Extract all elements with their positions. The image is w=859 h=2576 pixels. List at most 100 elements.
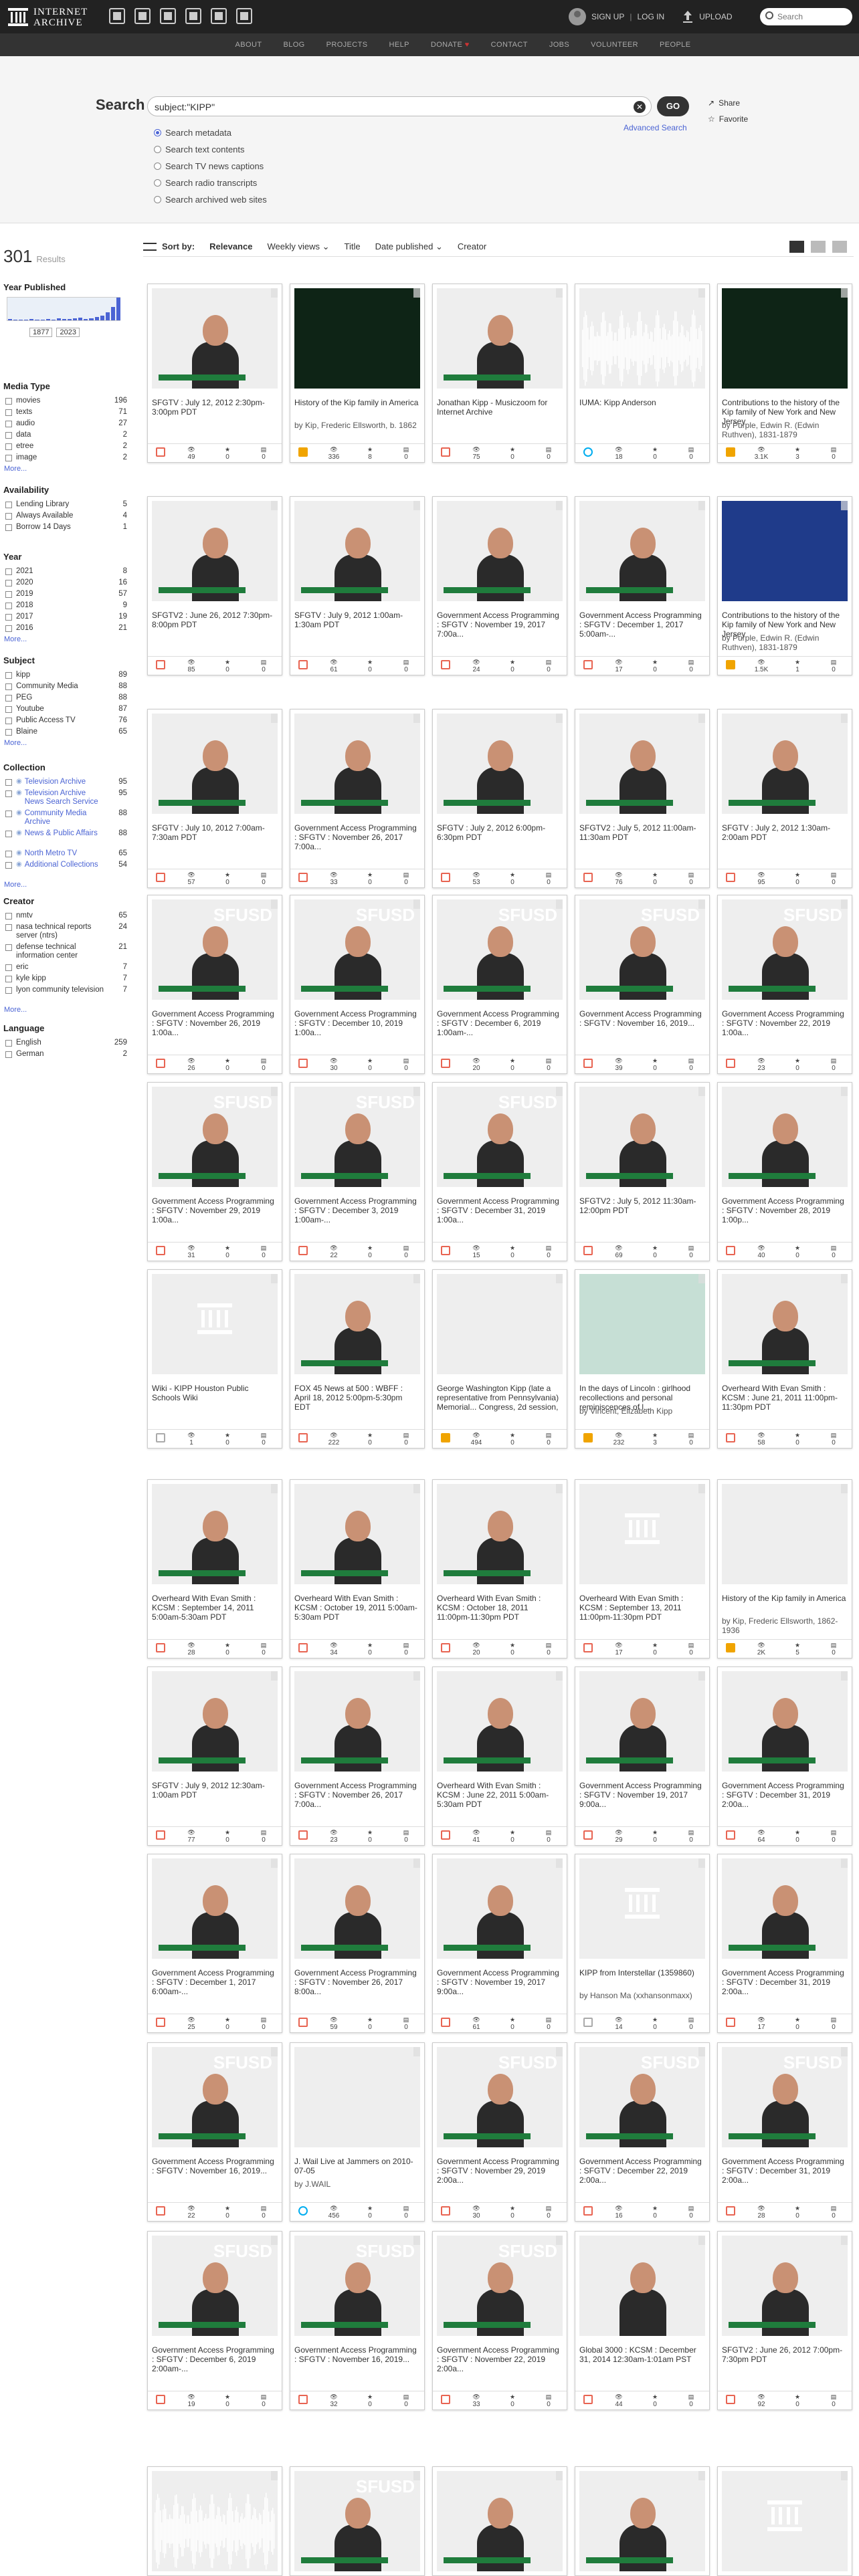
facet-label[interactable]: data [16, 431, 107, 439]
main-search-input[interactable] [155, 100, 616, 114]
tile-title[interactable]: SFGTV2 : July 5, 2012 11:00am-11:30am PD… [579, 823, 705, 842]
result-tile[interactable]: George Washington Kipp (late a represent… [432, 1269, 567, 1448]
tile-thumbnail[interactable] [437, 1671, 563, 1772]
result-tile[interactable]: SFUSD Government Access Programming : SFG… [717, 2042, 852, 2222]
tile-thumbnail[interactable] [294, 1858, 420, 1959]
facet-row[interactable]: Lending Library 5 [0, 500, 127, 512]
facet-checkbox[interactable] [5, 1051, 12, 1058]
audio-icon[interactable] [185, 8, 201, 24]
result-tile[interactable]: SFUSD Government Access Programming : SFG… [147, 895, 282, 1074]
tile-thumbnail[interactable] [722, 1671, 848, 1772]
grid-view-icon[interactable] [789, 241, 804, 253]
sort-title[interactable]: Title [345, 241, 361, 251]
tile-thumbnail[interactable] [722, 2236, 848, 2336]
result-tile[interactable]: Government Access Programming : SFGTV : … [575, 496, 710, 675]
facet-more-link[interactable]: More... [0, 739, 127, 747]
facet-row[interactable]: 2019 57 [0, 590, 127, 601]
facet-label[interactable]: nasa technical reports server (ntrs) [16, 923, 107, 940]
facet-label[interactable]: image [16, 453, 107, 462]
facet-label[interactable]: 2019 [16, 590, 107, 599]
year-bar[interactable] [68, 319, 72, 320]
result-tile[interactable]: SFUSD Government Access Programming : SFG… [432, 2231, 567, 2410]
facet-checkbox[interactable] [5, 924, 12, 931]
facet-row[interactable]: 2018 9 [0, 601, 127, 613]
tile-thumbnail[interactable]: SFUSD [152, 2236, 278, 2336]
facet-more-link[interactable]: More... [0, 1006, 127, 1014]
facet-label[interactable]: News & Public Affairs [25, 829, 107, 838]
bookmark-icon[interactable] [698, 899, 705, 909]
result-tile[interactable]: SFUSD Government Access Programming : SFG… [432, 1082, 567, 1261]
tile-thumbnail[interactable]: SFUSD [437, 2236, 563, 2336]
tile-title[interactable]: Government Access Programming : SFGTV : … [579, 1009, 705, 1028]
tile-thumbnail[interactable] [437, 1274, 563, 1374]
bookmark-icon[interactable] [271, 1087, 278, 1096]
tile-thumbnail[interactable] [294, 2047, 420, 2147]
result-tile[interactable]: SFUSD Government Access Programming : SFG… [717, 895, 852, 1074]
result-tile[interactable]: SFGTV : July 2, 2012 6:00pm-6:30pm PDT 👁 5… [432, 709, 567, 888]
result-tile[interactable]: SFGTV : July 2, 2012 1:30am-2:00am PDT 👁 9… [717, 709, 852, 888]
hide-facet-icon[interactable]: ◉ [16, 829, 22, 837]
hide-facet-icon[interactable]: ◉ [16, 849, 22, 857]
result-tile[interactable]: Government Access Programming : SFGTV : … [290, 709, 425, 888]
facet-checkbox[interactable] [5, 432, 12, 439]
year-bar[interactable] [116, 298, 120, 320]
tile-title[interactable]: Government Access Programming : SFGTV : … [437, 2345, 563, 2373]
bookmark-icon[interactable] [271, 501, 278, 510]
tile-thumbnail[interactable]: SFUSD [722, 2047, 848, 2147]
tile-title[interactable]: Government Access Programming : SFGTV : … [294, 1009, 420, 1037]
tile-title[interactable]: Government Access Programming : SFGTV : … [294, 1196, 420, 1224]
year-bar[interactable] [100, 316, 104, 320]
year-bar[interactable] [78, 318, 83, 320]
bookmark-icon[interactable] [698, 501, 705, 510]
tile-title[interactable]: Government Access Programming : SFGTV : … [294, 1968, 420, 1996]
year-bar[interactable] [8, 319, 13, 320]
bookmark-icon[interactable] [698, 1671, 705, 1681]
facet-checkbox[interactable] [5, 831, 12, 837]
result-tile[interactable]: SFUSD Government Access Programming : SFG… [290, 2231, 425, 2410]
result-tile[interactable]: Government Access Programming : SFGTV : … [717, 1854, 852, 2033]
tile-thumbnail[interactable] [722, 288, 848, 389]
tile-title[interactable]: Government Access Programming : SFGTV : … [437, 1968, 563, 1996]
tile-thumbnail[interactable] [294, 714, 420, 814]
result-tile[interactable]: Contributions to the history of the Kip … [717, 496, 852, 675]
tile-thumbnail[interactable]: SFUSD [294, 2471, 420, 2571]
year-bar[interactable] [105, 312, 110, 320]
tile-thumbnail[interactable] [579, 1671, 705, 1772]
facet-row[interactable]: data 2 [0, 431, 127, 442]
facet-label[interactable]: PEG [16, 693, 107, 702]
tile-title[interactable]: Government Access Programming : SFGTV : … [579, 1781, 705, 1809]
tile-thumbnail[interactable] [294, 1274, 420, 1374]
facet-label[interactable]: 2017 [16, 613, 107, 621]
facet-row[interactable]: lyon community television 7 [0, 986, 127, 1006]
facet-label[interactable]: audio [16, 419, 107, 428]
option-tv-captions[interactable]: Search TV news captions [154, 158, 267, 175]
tile-title[interactable]: SFGTV : July 10, 2012 7:00am-7:30am PDT [152, 823, 278, 842]
bookmark-icon[interactable] [271, 2236, 278, 2245]
tile-thumbnail[interactable] [152, 2471, 278, 2571]
tile-thumbnail[interactable] [437, 288, 563, 389]
tile-thumbnail[interactable]: SFUSD [437, 2047, 563, 2147]
bookmark-icon[interactable] [413, 2471, 420, 2480]
facet-row[interactable]: defense technical information center 21 [0, 943, 127, 963]
tile-thumbnail[interactable] [437, 714, 563, 814]
year-to[interactable]: 2023 [56, 328, 80, 337]
tile-thumbnail[interactable]: SFUSD [294, 899, 420, 1000]
tile-title[interactable]: Government Access Programming : SFGTV : … [152, 1196, 278, 1224]
facet-checkbox[interactable] [5, 851, 12, 857]
tile-title[interactable]: Government Access Programming : SFGTV : … [294, 2345, 420, 2364]
facet-label[interactable]: movies [16, 397, 107, 405]
tile-thumbnail[interactable] [152, 1274, 278, 1374]
nav-projects[interactable]: PROJECTS [326, 33, 368, 56]
result-tile[interactable]: Overheard With Evan Smith : KCSM : June … [432, 1667, 567, 1846]
tile-thumbnail[interactable] [152, 1484, 278, 1584]
software-icon[interactable] [211, 8, 227, 24]
go-button[interactable]: GO [657, 96, 689, 116]
bookmark-icon[interactable] [413, 1858, 420, 1868]
facet-checkbox[interactable] [5, 811, 12, 817]
result-tile[interactable]: SFUSD [290, 2466, 425, 2576]
facet-label[interactable]: Youtube [16, 705, 107, 714]
result-tile[interactable]: Government Access Programming : SFGTV : … [290, 1667, 425, 1846]
tile-title[interactable]: Government Access Programming : SFGTV : … [152, 1009, 278, 1037]
bookmark-icon[interactable] [556, 1087, 563, 1096]
year-bar[interactable] [94, 317, 99, 320]
